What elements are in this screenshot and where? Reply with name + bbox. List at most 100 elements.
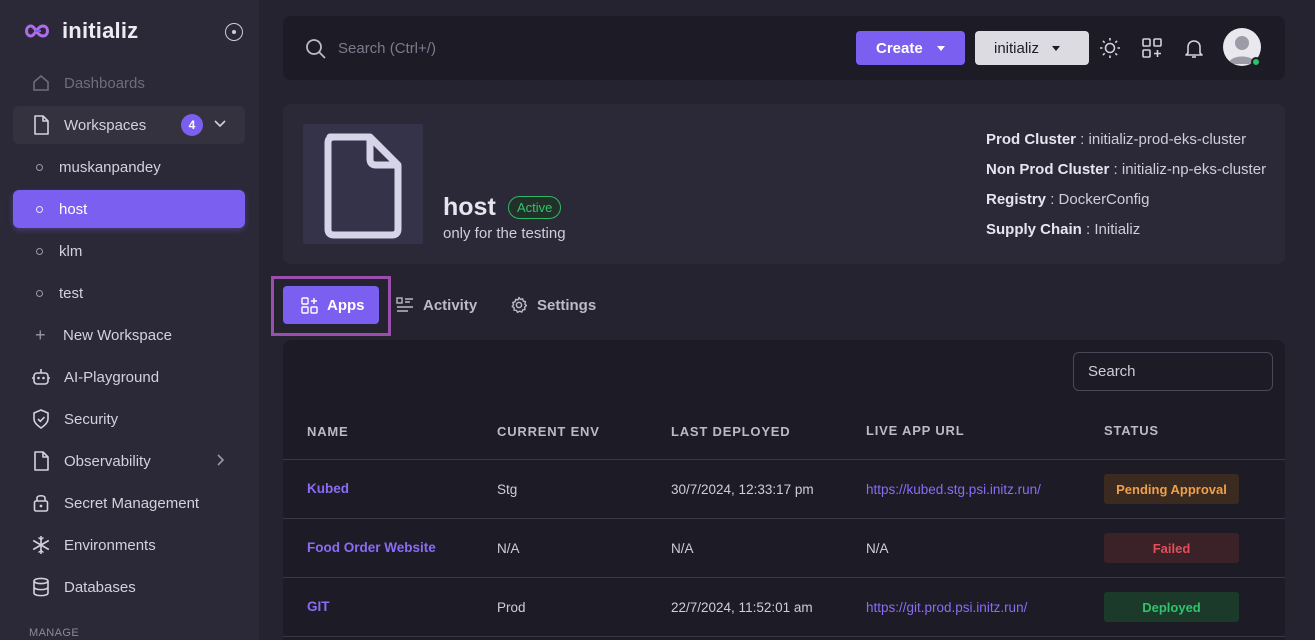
sidebar-item-new-workspace[interactable]: + New Workspace bbox=[13, 316, 245, 354]
chevron-down-icon[interactable] bbox=[213, 117, 227, 131]
sidebar-item-muskanpandey[interactable]: muskanpandey bbox=[13, 148, 245, 186]
apps-grid-icon bbox=[301, 296, 318, 314]
workspace-select-value: initializ bbox=[994, 39, 1040, 57]
workspace-logo bbox=[303, 124, 423, 244]
app-name-link[interactable]: GIT bbox=[307, 599, 330, 614]
sidebar-item-label: muskanpandey bbox=[59, 158, 161, 176]
database-icon bbox=[30, 576, 52, 598]
sidebar-item-label: AI-Playground bbox=[64, 368, 160, 386]
divider bbox=[283, 577, 1285, 578]
theme-toggle-icon[interactable] bbox=[1099, 37, 1121, 59]
home-icon bbox=[30, 72, 52, 94]
sidebar-item-ai-playground[interactable]: AI-Playground bbox=[13, 358, 245, 396]
circle-icon bbox=[36, 289, 43, 297]
table-search-placeholder: Search bbox=[1088, 363, 1136, 380]
sidebar-item-observability[interactable]: Observability bbox=[13, 442, 245, 480]
collapse-sidebar-icon[interactable] bbox=[225, 23, 243, 41]
plus-icon: + bbox=[35, 324, 46, 345]
app-live-url: N/A bbox=[866, 541, 889, 556]
sidebar-item-label: Observability bbox=[64, 452, 151, 470]
meta-value: DockerConfig bbox=[1058, 191, 1150, 208]
sidebar-item-workspaces[interactable]: Workspaces 4 bbox=[13, 106, 245, 144]
create-button-label: Create bbox=[876, 39, 923, 57]
tab-apps[interactable]: Apps bbox=[283, 286, 379, 324]
sidebar-item-dashboards[interactable]: Dashboards bbox=[13, 64, 245, 102]
app-last-deployed: N/A bbox=[671, 541, 694, 556]
robot-icon bbox=[30, 366, 52, 388]
status-badge: Active bbox=[508, 196, 562, 219]
column-header-current-env[interactable]: CURRENT ENV bbox=[497, 424, 600, 439]
chevron-right-icon[interactable] bbox=[213, 453, 227, 467]
circle-icon bbox=[36, 205, 43, 213]
tab-settings[interactable]: Settings bbox=[510, 286, 596, 324]
online-status-dot bbox=[1251, 57, 1261, 67]
table-search-input[interactable]: Search bbox=[1073, 352, 1273, 391]
search-icon bbox=[306, 39, 326, 59]
app-name-link[interactable]: Kubed bbox=[307, 481, 349, 496]
meta-prod-cluster: Prod Cluster : initializ-prod-eks-cluste… bbox=[986, 131, 1247, 148]
meta-value: initializ-prod-eks-cluster bbox=[1088, 131, 1247, 148]
sidebar-item-label: klm bbox=[59, 242, 83, 260]
sidebar-item-secret-management[interactable]: Secret Management bbox=[13, 484, 245, 522]
status-badge: Deployed bbox=[1104, 592, 1239, 622]
divider bbox=[283, 459, 1285, 460]
app-current-env: N/A bbox=[497, 541, 520, 556]
sidebar-item-host[interactable]: host bbox=[13, 190, 245, 228]
column-header-name[interactable]: NAME bbox=[307, 424, 348, 439]
sidebar-item-databases[interactable]: Databases bbox=[13, 568, 245, 606]
sidebar-item-label: test bbox=[59, 284, 84, 302]
brand-name: initializ bbox=[62, 18, 139, 43]
column-header-live-app-url[interactable]: LIVE APP URL bbox=[866, 423, 964, 438]
document-icon bbox=[324, 133, 402, 239]
app-last-deployed: 22/7/2024, 11:52:01 am bbox=[671, 600, 813, 615]
sidebar-item-label: Secret Management bbox=[64, 494, 200, 512]
column-header-status[interactable]: STATUS bbox=[1104, 423, 1159, 438]
app-live-url-link[interactable]: https://git.prod.psi.initz.run/ bbox=[866, 600, 1027, 615]
list-icon bbox=[396, 297, 414, 313]
gear-icon bbox=[510, 296, 528, 314]
meta-value: initializ-np-eks-cluster bbox=[1121, 161, 1267, 178]
document-icon bbox=[30, 114, 52, 136]
apps-grid-icon[interactable] bbox=[1141, 37, 1163, 59]
global-search-input[interactable]: Search (Ctrl+/) bbox=[338, 40, 436, 57]
meta-registry: Registry : DockerConfig bbox=[986, 191, 1150, 208]
sidebar-item-klm[interactable]: klm bbox=[13, 232, 245, 270]
sidebar-item-security[interactable]: Security bbox=[13, 400, 245, 438]
column-header-last-deployed[interactable]: LAST DEPLOYED bbox=[671, 424, 790, 439]
sidebar-item-label: Environments bbox=[64, 536, 156, 554]
shield-icon bbox=[30, 408, 52, 430]
meta-key: Non Prod Cluster bbox=[986, 161, 1110, 178]
circle-icon bbox=[36, 163, 43, 171]
app-current-env: Prod bbox=[497, 600, 526, 615]
caret-down-icon bbox=[936, 45, 945, 51]
create-button[interactable]: Create bbox=[856, 31, 965, 65]
sidebar-item-test[interactable]: test bbox=[13, 274, 245, 312]
app-name-link[interactable]: Food Order Website bbox=[307, 540, 436, 555]
status-badge: Failed bbox=[1104, 533, 1239, 563]
sidebar-item-label: Databases bbox=[64, 578, 136, 596]
sidebar-item-label: host bbox=[59, 200, 88, 218]
tab-label: Apps bbox=[327, 296, 365, 314]
sidebar-item-label: Security bbox=[64, 410, 119, 428]
workspace-description: only for the testing bbox=[443, 225, 566, 242]
sidebar-item-label: New Workspace bbox=[63, 326, 172, 344]
sidebar-item-label: Dashboards bbox=[64, 74, 145, 92]
workspace-select[interactable]: initializ bbox=[975, 31, 1089, 65]
workspace-title: host bbox=[443, 193, 496, 221]
meta-key: Prod Cluster bbox=[986, 131, 1077, 148]
app-live-url-link[interactable]: https://kubed.stg.psi.initz.run/ bbox=[866, 482, 1041, 497]
caret-down-icon bbox=[1052, 45, 1061, 51]
snowflake-icon bbox=[30, 534, 52, 556]
brand[interactable]: initializ bbox=[22, 18, 138, 44]
sidebar-item-environments[interactable]: Environments bbox=[13, 526, 245, 564]
meta-non-prod-cluster: Non Prod Cluster : initializ-np-eks-clus… bbox=[986, 161, 1267, 178]
section-label-manage: MANAGE bbox=[29, 627, 80, 639]
bell-icon[interactable] bbox=[1183, 37, 1205, 59]
topbar: Search (Ctrl+/) Create initializ bbox=[283, 16, 1285, 80]
status-badge: Pending Approval bbox=[1104, 474, 1239, 504]
apps-table: Search NAME CURRENT ENV LAST DEPLOYED LI… bbox=[283, 340, 1285, 640]
workspace-header: host Active only for the testing Prod Cl… bbox=[283, 104, 1285, 264]
meta-key: Registry bbox=[986, 191, 1047, 208]
tab-label: Settings bbox=[537, 296, 597, 314]
tab-activity[interactable]: Activity bbox=[396, 286, 477, 324]
